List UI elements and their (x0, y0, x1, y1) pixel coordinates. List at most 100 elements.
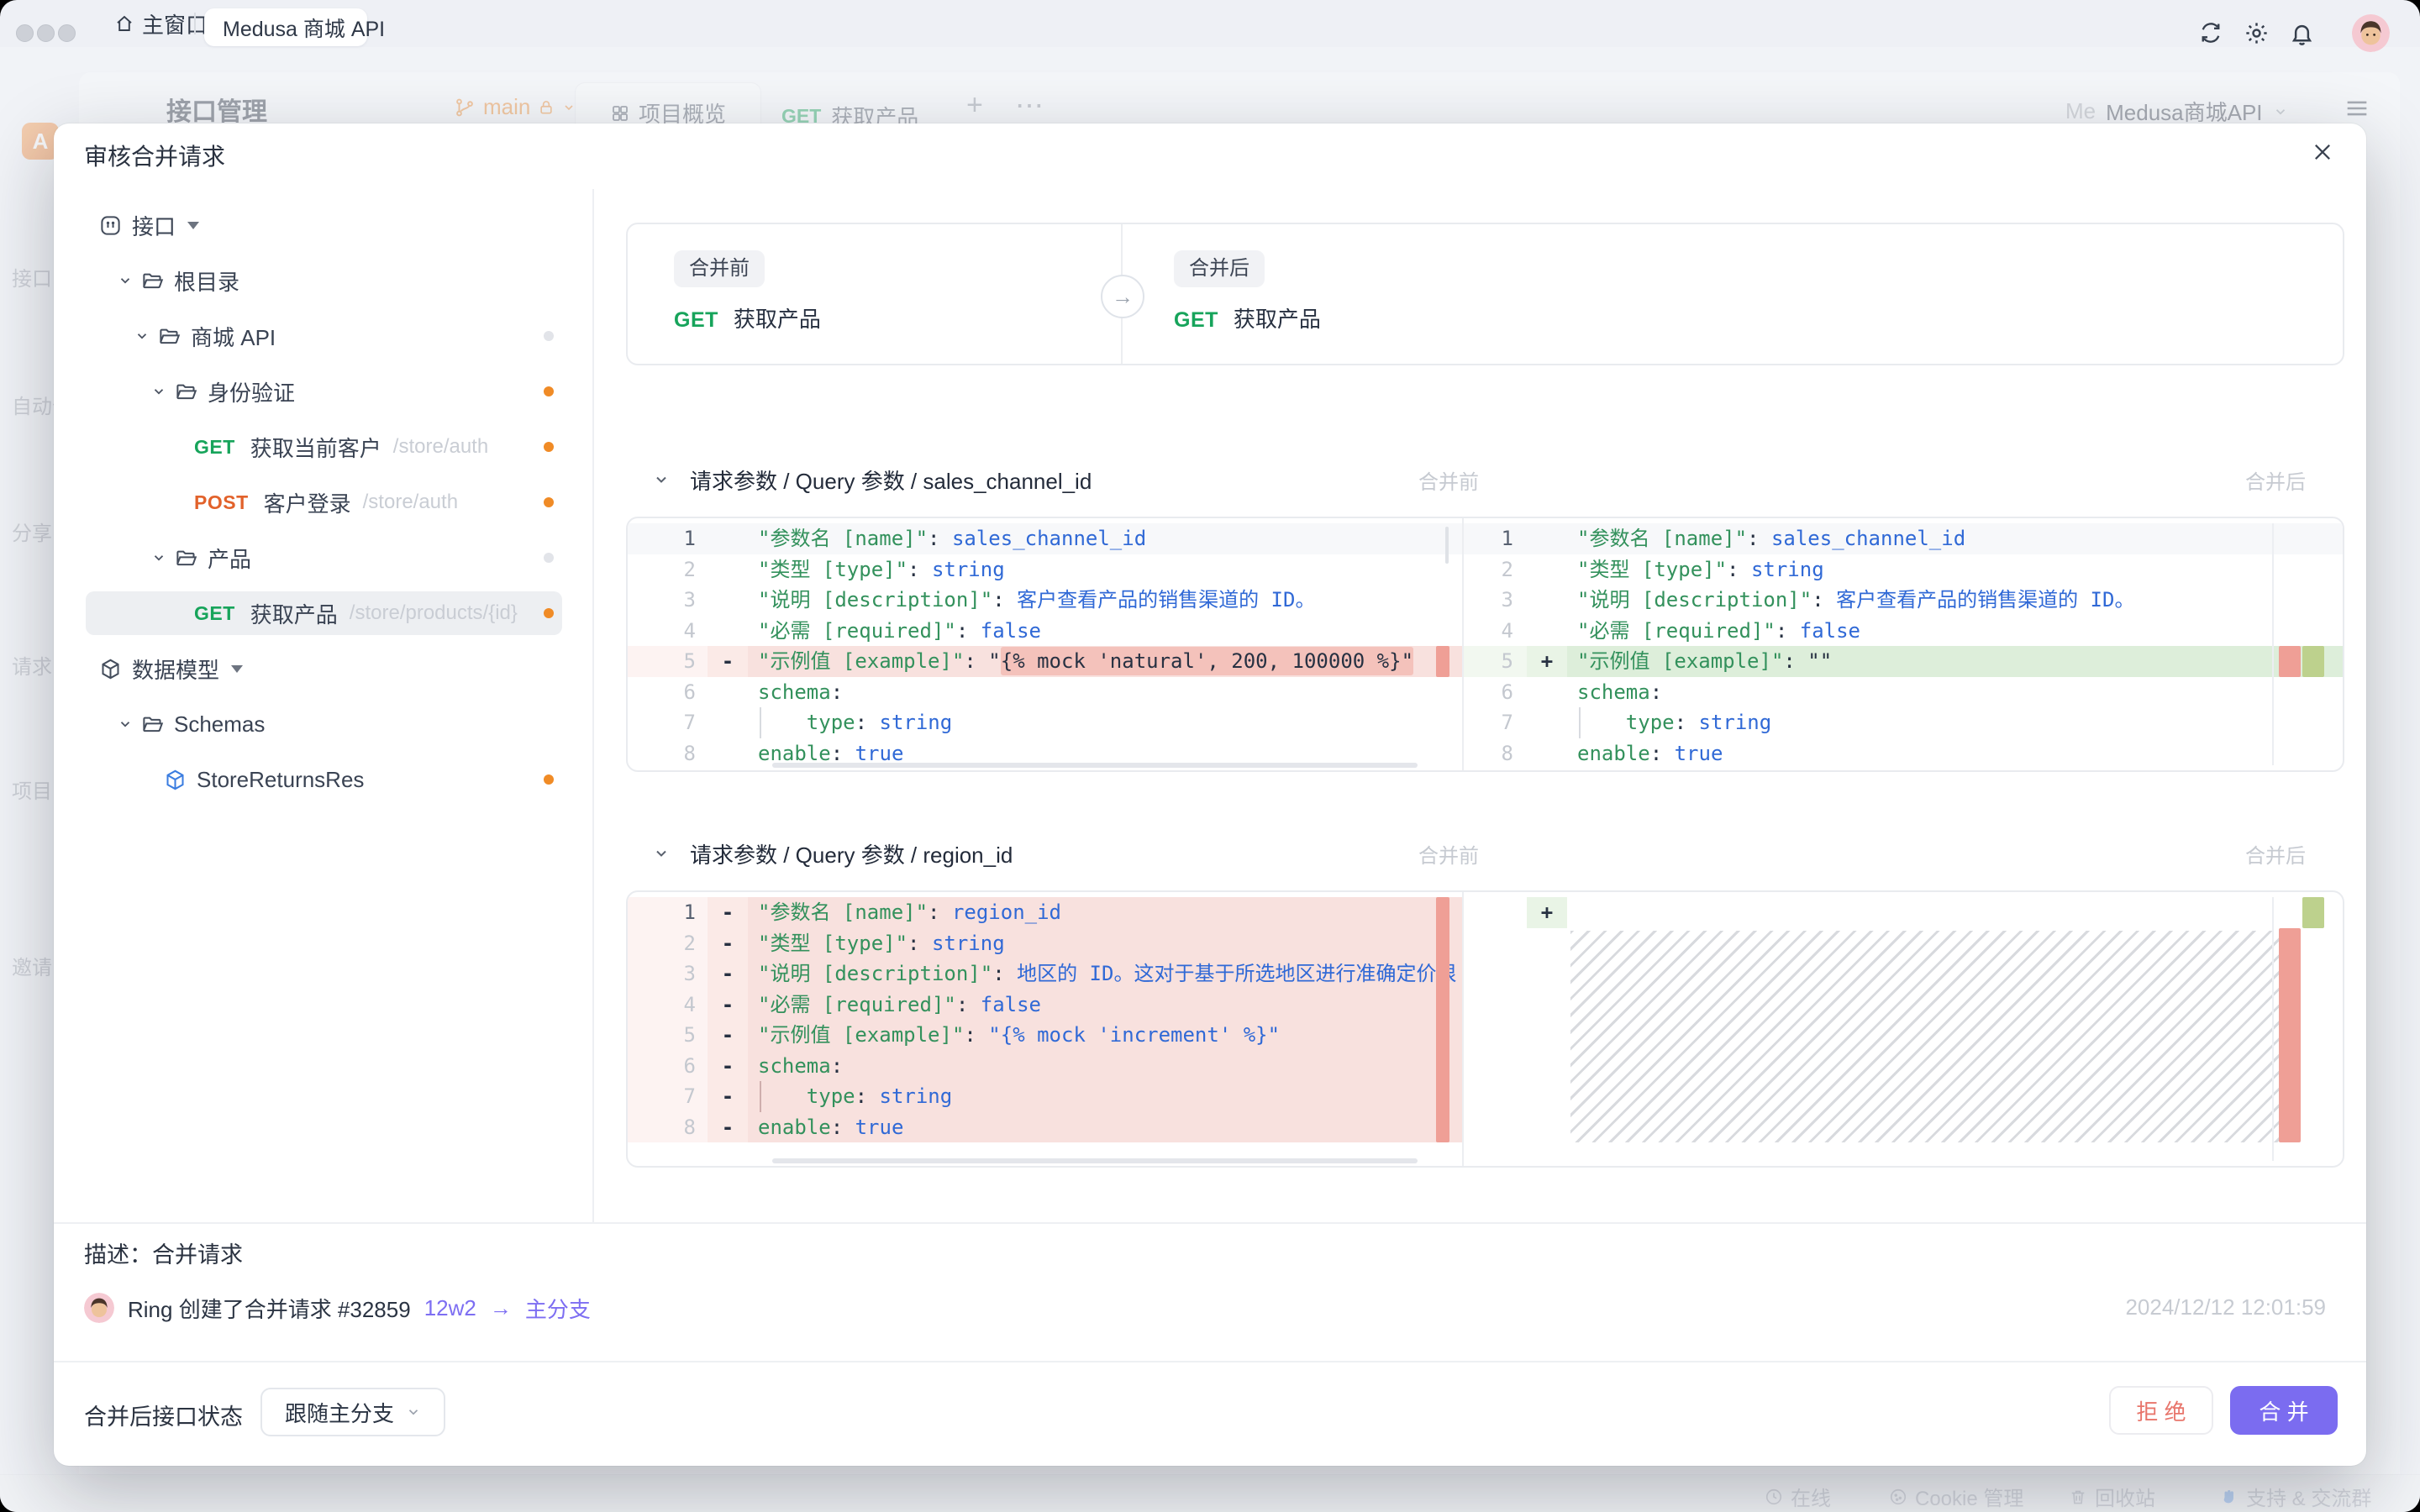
code-line: 5-"示例值 [example]": "{% mock 'increment' … (628, 1020, 1462, 1051)
code-content: type: string (1567, 707, 2343, 738)
line-number: 4 (1464, 616, 1527, 647)
chevron-down-icon[interactable] (118, 717, 133, 732)
window-tab-medusa[interactable]: Medusa 商城 API (204, 8, 367, 46)
reject-button[interactable]: 拒 绝 (2109, 1386, 2213, 1435)
window-titlebar: 主窗口 Medusa 商城 API (0, 0, 2420, 47)
code-line: 1"参数名 [name]": sales_channel_id (628, 523, 1462, 554)
diff-marker: - (708, 990, 748, 1021)
window-zoom-button[interactable] (58, 24, 76, 42)
status-after-merge-label: 合并后接口状态 (84, 1399, 243, 1431)
status-select-value: 跟随主分支 (285, 1397, 394, 1428)
code-content: type: string (748, 1081, 1462, 1112)
source-branch-link[interactable]: 12w2 (424, 1295, 476, 1321)
timestamp: 2024/12/12 12:01:59 (2125, 1294, 2326, 1320)
endpoint-path: /store/products/{id} (350, 601, 518, 625)
code-line: 2-"类型 [type]": string (628, 928, 1462, 959)
status-select[interactable]: 跟随主分支 (260, 1388, 445, 1436)
diff-marker: - (708, 1051, 748, 1082)
indent-guide (760, 707, 761, 738)
chevron-down-icon[interactable] (134, 328, 150, 344)
api-icon (99, 214, 122, 237)
code-line: 3-"说明 [description]": 地区的 ID。这对于基于所选地区进行… (628, 958, 1462, 990)
chevron-down-icon[interactable] (653, 845, 670, 862)
chevron-down-icon (406, 1404, 421, 1420)
diff-section: 请求参数 / Query 参数 / region_id合并前合并后 1-"参数名 … (626, 827, 2344, 1168)
tree-item-客户登录[interactable]: POST客户登录/store/auth (54, 475, 592, 530)
line-number: 7 (628, 707, 708, 738)
tree-item-根目录[interactable]: 根目录 (54, 253, 592, 308)
tree-item-label: Schemas (174, 711, 265, 738)
user-avatar[interactable] (2352, 14, 2390, 52)
diff-section-header[interactable]: 请求参数 / Query 参数 / sales_channel_id合并前合并后 (626, 454, 2344, 506)
tree-item-StoreReturnsRes[interactable]: StoreReturnsRes (54, 752, 592, 807)
chevron-down-icon[interactable] (151, 384, 166, 399)
diff-minimap-marker (2302, 646, 2324, 677)
line-number: 5 (628, 646, 708, 677)
tree-item-获取产品[interactable]: GET获取产品/store/products/{id} (54, 585, 592, 641)
sync-button[interactable] (2198, 20, 2223, 45)
scrollbar-track (2272, 897, 2274, 1161)
modal-close-button[interactable] (2306, 135, 2339, 169)
caret-down-icon[interactable] (231, 665, 243, 673)
endpoint-path: /store/auth (363, 491, 458, 514)
notifications-button[interactable] (2289, 20, 2315, 46)
code-content: schema: (748, 1051, 1462, 1082)
settings-button[interactable] (2244, 20, 2270, 46)
diff-minimap-marker (2279, 646, 2301, 677)
endpoint-path: /store/auth (393, 435, 488, 459)
vertical-scrollbar-thumb[interactable] (1445, 527, 1449, 564)
code-line: 1-"参数名 [name]": region_id (628, 897, 1462, 928)
diff-marker: + (1527, 646, 1567, 677)
diff-section: 请求参数 / Query 参数 / sales_channel_id合并前合并后… (626, 454, 2344, 772)
merge-button[interactable]: 合 并 (2230, 1386, 2338, 1435)
diff-marker: - (708, 646, 748, 677)
bell-icon (2289, 20, 2315, 46)
diff-card: 1"参数名 [name]": sales_channel_id2"类型 [typ… (626, 517, 2344, 772)
footer-divider (54, 1222, 2366, 1224)
diff-panel-before: 1"参数名 [name]": sales_channel_id2"类型 [typ… (628, 518, 1462, 770)
code-line: 6schema: (628, 677, 1462, 708)
tree-item-Schemas[interactable]: Schemas (54, 696, 592, 752)
method-badge: GET (194, 436, 235, 459)
merge-review-modal: 审核合并请求 接口根目录商城 API身份验证GET获取当前客户/store/au… (54, 123, 2366, 1466)
chevron-down-icon[interactable] (151, 550, 166, 565)
code-content: "类型 [type]": string (748, 554, 1462, 585)
code-content: "示例值 [example]": "" (1567, 646, 2343, 677)
tree-item-label: 获取产品 (250, 598, 338, 629)
line-number: 8 (628, 1112, 708, 1143)
diff-section-header[interactable]: 请求参数 / Query 参数 / region_id合并前合并后 (626, 827, 2344, 879)
code-content: enable: true (1567, 738, 2343, 769)
endpoint-name: 获取产品 (1234, 302, 1321, 333)
chevron-down-icon[interactable] (118, 273, 133, 288)
line-number: 4 (628, 990, 708, 1021)
caret-down-icon[interactable] (187, 222, 199, 229)
tree-item-产品[interactable]: 产品 (54, 530, 592, 585)
window-minimize-button[interactable] (37, 24, 55, 42)
api-tree: 接口根目录商城 API身份验证GET获取当前客户/store/authPOST客… (54, 197, 592, 807)
folder-icon (175, 547, 197, 570)
diff-minimap-marker (2302, 897, 2324, 928)
folder-icon (141, 270, 164, 292)
activity-row: Ring 创建了合并请求 #32859 12w2 → 主分支 (84, 1289, 591, 1326)
tree-item-获取当前客户[interactable]: GET获取当前客户/store/auth (54, 419, 592, 475)
code-content: "必需 [required]": false (748, 990, 1462, 1021)
horizontal-scrollbar-thumb[interactable] (772, 763, 1418, 768)
chevron-down-icon[interactable] (653, 471, 670, 488)
code-line: 8-enable: true (628, 1112, 1462, 1143)
tree-item-数据模型[interactable]: 数据模型 (54, 641, 592, 696)
empty-region-hatch (1570, 931, 2279, 1143)
diff-marker: + (1527, 897, 1567, 928)
code-content: "类型 [type]": string (1567, 554, 2343, 585)
tree-item-身份验证[interactable]: 身份验证 (54, 364, 592, 419)
tree-item-商城 API[interactable]: 商城 API (54, 308, 592, 364)
after-label: 合并后 (2245, 839, 2306, 869)
code-line: 7 type: string (1464, 707, 2343, 738)
tree-item-接口[interactable]: 接口 (54, 197, 592, 253)
target-branch-link[interactable]: 主分支 (525, 1293, 591, 1324)
tree-item-label: 数据模型 (132, 654, 219, 685)
home-icon (114, 13, 134, 34)
diff-panel-after: 1"参数名 [name]": sales_channel_id2"类型 [typ… (1462, 518, 2343, 770)
window-close-button[interactable] (16, 24, 34, 42)
horizontal-scrollbar-thumb[interactable] (772, 1158, 1418, 1163)
diff-marker: - (708, 1081, 748, 1112)
